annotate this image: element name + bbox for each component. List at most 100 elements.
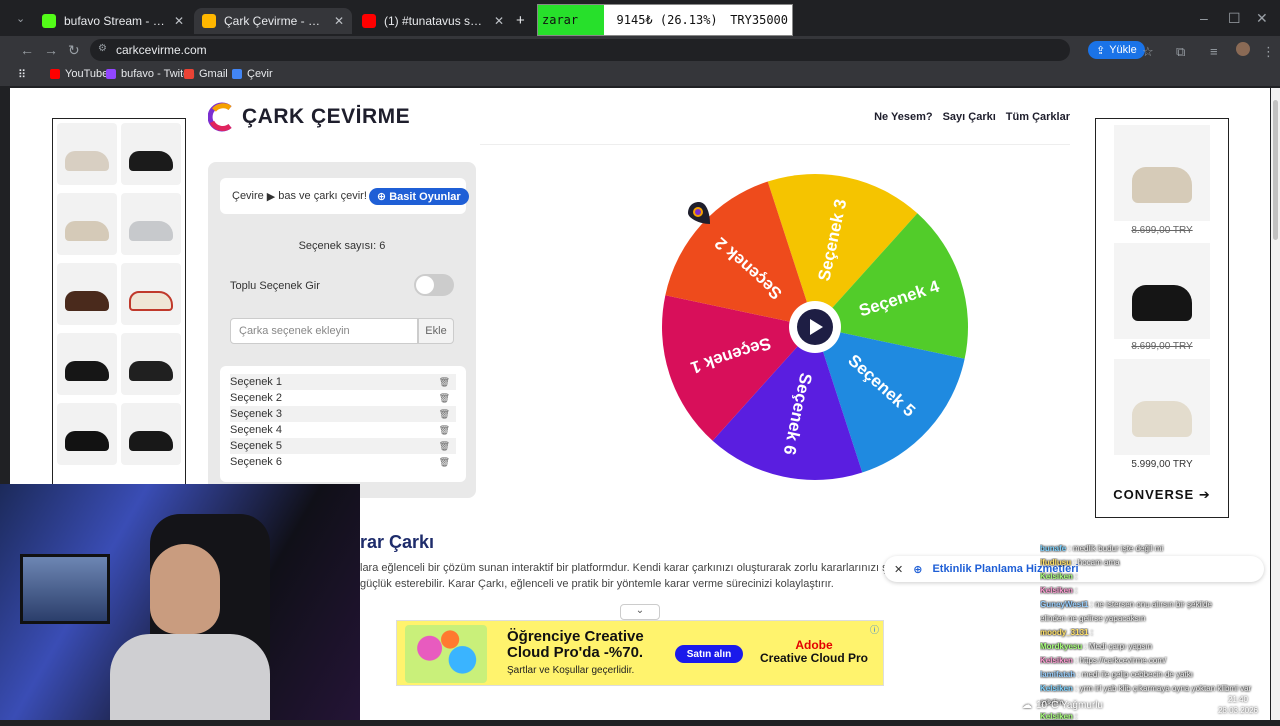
upload-button[interactable]: ⇪ Yükle <box>1088 41 1145 59</box>
chat-username: moody_3131 <box>1040 628 1089 637</box>
chat-text: : <box>1088 628 1093 637</box>
tab-close-icon[interactable]: ✕ <box>334 14 344 28</box>
list-item[interactable]: Seçenek 5 🗑 <box>230 438 456 454</box>
site-logo[interactable]: ÇARK ÇEVİRME <box>208 102 410 132</box>
nav-tum-carklar[interactable]: Tüm Çarklar <box>1006 111 1070 123</box>
chat-text: elinden ne gelirse yapacaksın <box>1040 614 1146 623</box>
header-divider <box>480 144 1070 145</box>
shoe-image[interactable] <box>57 123 117 185</box>
site-info-icon[interactable]: ⚙ <box>98 43 107 54</box>
list-item[interactable]: Seçenek 2 🗑 <box>230 390 456 406</box>
chat-message: bunafe : medlik budur işte değil mi <box>1040 544 1280 558</box>
bulk-entry-toggle[interactable] <box>414 274 454 296</box>
search-icon: ⊕ <box>913 563 923 576</box>
left-shoe-ad[interactable] <box>52 118 186 498</box>
chat-text: : yrm irl yab klib çıkarmaya oyna yoktan… <box>1072 684 1252 693</box>
shoe-image[interactable] <box>121 193 181 255</box>
reload-icon[interactable]: ↻ <box>68 42 80 59</box>
right-converse-ad[interactable]: 8.699,00 TRY 8.699,00 TRY 5.999,00 TRY C… <box>1095 118 1229 518</box>
chat-username: Mordkyesu <box>1040 642 1083 651</box>
shoe-image[interactable] <box>57 403 117 465</box>
bookmark-cevir[interactable]: Çevir <box>232 68 273 80</box>
minimize-icon[interactable]: – <box>1200 10 1208 26</box>
bookmark-star-icon[interactable]: ☆ <box>1142 44 1154 60</box>
tab-cark-cevirme[interactable]: Çark Çevirme - Karar Çarkı! ✕ <box>194 8 352 34</box>
bookmark-label: YouTube <box>65 68 109 80</box>
weather-widget[interactable]: ☁ 10°C Yağmurlu <box>1022 700 1103 711</box>
trash-icon[interactable]: 🗑 <box>439 409 450 420</box>
shoe-image[interactable] <box>1114 125 1210 221</box>
menu-icon[interactable]: ⋮ <box>1262 44 1275 60</box>
chat-text: : medlik budur işte değil mi <box>1066 544 1164 553</box>
tab-close-icon[interactable]: ✕ <box>174 14 184 28</box>
list-item[interactable]: Seçenek 6 🗑 <box>230 454 456 470</box>
arrow-right-icon: ➔ <box>1198 487 1211 502</box>
back-arrow-icon[interactable]: ← <box>20 42 34 58</box>
new-tab-button[interactable]: + <box>516 12 525 29</box>
scrollbar-thumb[interactable] <box>1273 100 1278 240</box>
ticker-label: zarar <box>538 5 604 35</box>
add-option-input[interactable]: Çarka seçenek ekleyin <box>230 318 418 344</box>
logo-mark-icon <box>208 102 232 132</box>
chat-message: Mordkyesu : Medi çarpı yapsın <box>1040 642 1280 656</box>
nav-ne-yesem[interactable]: Ne Yesem? <box>874 111 933 123</box>
tab-close-icon[interactable]: ✕ <box>494 14 504 28</box>
option-label: Seçenek 4 <box>230 424 282 436</box>
chat-username: Kelsiken <box>1040 586 1073 595</box>
apps-grid-icon[interactable]: ⠿ <box>18 68 26 81</box>
play-icon: ▶ <box>266 190 276 203</box>
list-item[interactable]: Seçenek 4 🗑 <box>230 422 456 438</box>
close-window-icon[interactable]: ✕ <box>1256 10 1268 27</box>
forward-arrow-icon[interactable]: → <box>44 42 58 58</box>
chat-text: : hocam ama <box>1071 558 1120 567</box>
trash-icon[interactable]: 🗑 <box>439 425 450 436</box>
tab-kick-stream[interactable]: bufavo Stream - Watch Live on ✕ <box>34 8 192 34</box>
option-label: Seçenek 3 <box>230 408 282 420</box>
extensions-icon[interactable]: ⧉ <box>1176 44 1185 60</box>
shoe-image[interactable] <box>121 403 181 465</box>
list-item[interactable]: Seçenek 3 🗑 <box>230 406 456 422</box>
shoe-image[interactable] <box>121 123 181 185</box>
price: 5.999,00 TRY <box>1131 459 1193 470</box>
bookmark-gmail[interactable]: Gmail <box>184 68 228 80</box>
chevron-down-icon[interactable]: ⌄ <box>620 604 660 620</box>
converse-logo[interactable]: CONVERSE ➔ <box>1096 487 1228 503</box>
bookmark-label: Çevir <box>247 68 273 80</box>
ad-buy-button[interactable]: Satın alın <box>675 645 743 663</box>
clock-date: 28.03.2026 <box>1217 706 1258 715</box>
ad-info-icon[interactable]: ⓘ <box>870 623 879 636</box>
close-icon[interactable]: ✕ <box>894 563 903 576</box>
trash-icon[interactable]: 🗑 <box>439 393 450 404</box>
shoe-image[interactable] <box>1114 359 1210 455</box>
trash-icon[interactable]: 🗑 <box>439 457 450 468</box>
bookmark-twitch[interactable]: bufavo - Twitch <box>106 68 195 80</box>
option-label: Seçenek 6 <box>230 456 282 468</box>
maximize-icon[interactable]: ☐ <box>1228 10 1241 27</box>
add-option-button[interactable]: Ekle <box>418 318 454 344</box>
trash-icon[interactable]: 🗑 <box>439 377 450 388</box>
twitch-icon <box>106 69 116 79</box>
main-nav: Ne Yesem? Sayı Çarkı Tüm Çarklar <box>874 111 1070 123</box>
nav-sayi-carki[interactable]: Sayı Çarkı <box>943 111 996 123</box>
url-bar[interactable]: ⚙ carkcevirme.com <box>90 39 1070 61</box>
shoe-image[interactable] <box>121 333 181 395</box>
chat-message: GuneyWest1 : ne istersen onu alırsın bir… <box>1040 600 1280 614</box>
background-monitor <box>20 554 110 624</box>
shoe-image[interactable] <box>57 263 117 325</box>
taskbar-clock[interactable]: 21:40 28.03.2026 <box>1218 694 1258 716</box>
list-item[interactable]: Seçenek 1 🗑 <box>230 374 456 390</box>
trash-icon[interactable]: 🗑 <box>439 441 450 452</box>
media-icon[interactable]: ≡ <box>1210 44 1218 59</box>
tab-search-icon[interactable]: ⌄ <box>16 12 25 25</box>
shoe-image[interactable] <box>57 193 117 255</box>
tab-youtube[interactable]: (1) #tunatavus savaş cebeci ile ✕ <box>354 8 512 34</box>
bookmark-youtube[interactable]: YouTube <box>50 68 108 80</box>
simple-games-button[interactable]: ⊕ Basit Oyunlar <box>368 187 469 205</box>
tote-bag-image[interactable] <box>121 263 181 325</box>
bookmark-label: Gmail <box>199 68 228 80</box>
ticker-value: 9145₺ (26.13%) <box>616 13 718 27</box>
shoe-image[interactable] <box>1114 243 1210 339</box>
adobe-ad-banner[interactable]: Öğrenciye Creative Cloud Pro'da -%70. Şa… <box>396 620 884 686</box>
shoe-image[interactable] <box>57 333 117 395</box>
profile-avatar[interactable] <box>1236 42 1250 56</box>
